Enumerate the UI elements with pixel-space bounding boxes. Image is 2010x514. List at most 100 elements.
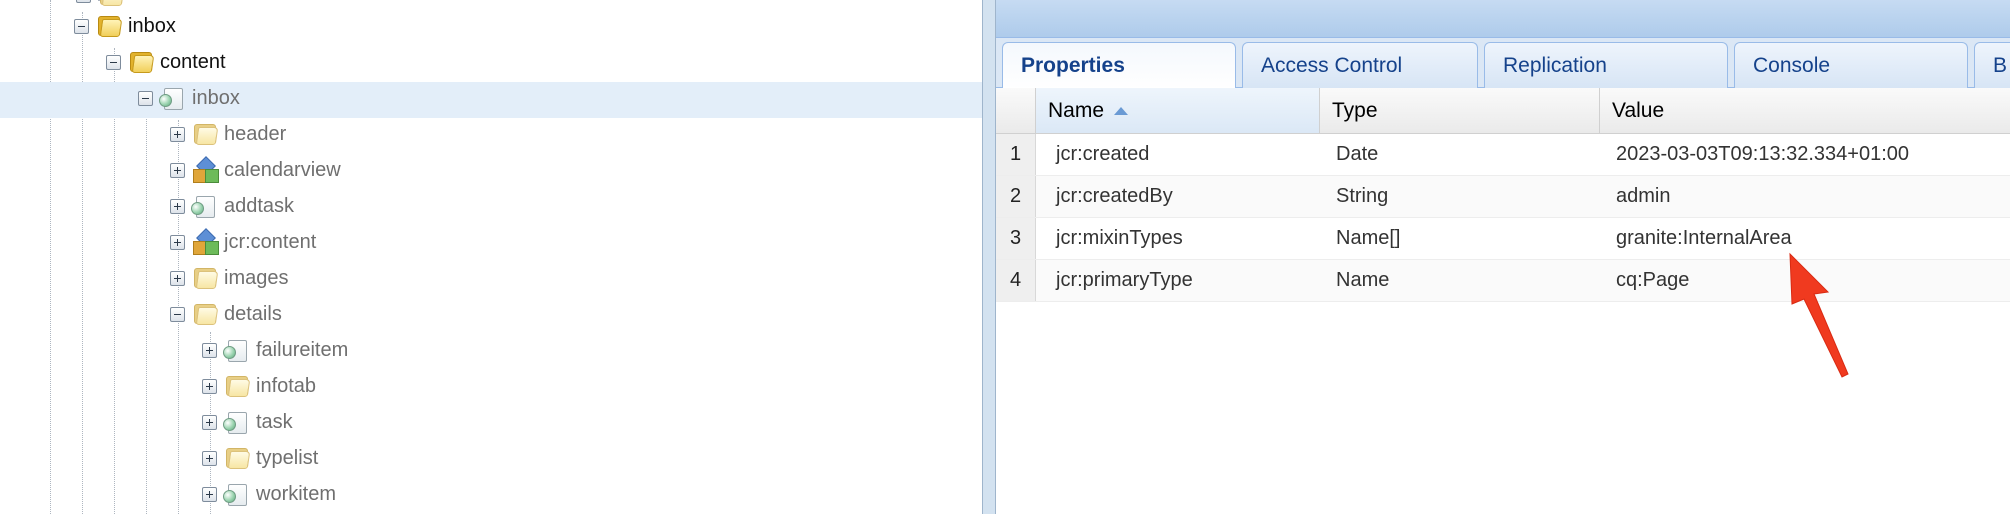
table-row[interactable]: 4 jcr:primaryType Name cq:Page — [996, 260, 2010, 302]
page-icon — [191, 193, 219, 219]
tree-node-label: jcr:content — [224, 230, 317, 253]
page-icon — [223, 409, 251, 435]
tree-node-header[interactable]: header — [170, 119, 286, 149]
tab-properties[interactable]: Properties — [1002, 42, 1236, 89]
tab-label: Properties — [1021, 54, 1125, 77]
folder-icon — [191, 301, 219, 327]
collapse-toggle[interactable] — [74, 18, 89, 34]
property-name: jcr:primaryType — [1056, 269, 1193, 291]
property-name: jcr:created — [1056, 143, 1150, 165]
page-icon — [223, 337, 251, 363]
expand-toggle[interactable] — [170, 198, 185, 214]
row-number-header — [996, 88, 1036, 134]
property-type: Name[] — [1336, 227, 1401, 249]
tree-node-label: inbox — [192, 86, 240, 109]
tab-replication[interactable]: Replication — [1484, 42, 1728, 88]
property-type: Date — [1336, 143, 1379, 165]
tab-label: B — [1993, 53, 2008, 77]
column-header-name[interactable]: Name — [1036, 88, 1320, 134]
tree-node-jcr-content[interactable]: jcr:content — [170, 227, 316, 257]
component-icon — [191, 156, 219, 183]
expand-toggle[interactable] — [202, 414, 217, 430]
collapse-toggle[interactable] — [170, 306, 185, 322]
property-type: String — [1336, 185, 1389, 207]
expand-toggle[interactable] — [202, 450, 217, 466]
tree-node-inbox-page[interactable]: inbox — [138, 83, 240, 113]
property-value: 2023-03-03T09:13:32.334+01:00 — [1616, 143, 1910, 165]
table-row[interactable]: 2 jcr:createdBy String admin — [996, 176, 2010, 218]
tree-node-inbox[interactable]: inbox — [74, 11, 176, 41]
tree-node-failureitem[interactable]: failureitem — [202, 335, 348, 365]
folder-icon — [191, 121, 219, 147]
expand-toggle[interactable] — [170, 126, 185, 142]
folder-icon — [95, 13, 123, 39]
tree-node-addtask[interactable]: addtask — [170, 191, 294, 221]
column-header-label: Type — [1332, 98, 1378, 122]
folder-icon — [127, 49, 155, 75]
tab-strip: Properties Access Control Replication Co… — [996, 38, 2010, 89]
tree-node-label: details — [224, 302, 282, 325]
tree-node-label: task — [256, 410, 293, 433]
page-icon — [159, 85, 187, 111]
expand-toggle[interactable] — [170, 234, 185, 250]
property-value: cq:Page — [1616, 269, 1690, 291]
collapse-toggle[interactable] — [106, 54, 121, 70]
tree-node-details[interactable]: details — [170, 299, 282, 329]
table-row[interactable]: 1 jcr:created Date 2023-03-03T09:13:32.3… — [996, 134, 2010, 176]
tree-node-label: header — [224, 122, 287, 145]
folder-icon — [97, 0, 125, 8]
column-header-label: Name — [1048, 98, 1105, 122]
properties-panel: Properties Access Control Replication Co… — [996, 0, 2010, 514]
tree-node-images[interactable]: images — [170, 263, 288, 293]
row-number: 4 — [996, 260, 1036, 301]
tree-guide-line — [50, 0, 51, 514]
collapse-toggle[interactable] — [138, 90, 153, 106]
tab-label: Access Control — [1261, 53, 1403, 77]
tree-node-label: typelist — [256, 446, 319, 469]
property-type: Name — [1336, 269, 1390, 291]
expand-toggle[interactable] — [202, 378, 217, 394]
expand-toggle[interactable] — [170, 162, 185, 178]
tree-node-partial[interactable] — [76, 0, 130, 10]
pane-splitter[interactable] — [982, 0, 996, 514]
tree-node-typelist[interactable]: typelist — [202, 443, 318, 473]
tree-node-label: content — [160, 50, 226, 73]
folder-icon — [191, 265, 219, 291]
tree-node-label: addtask — [224, 194, 295, 217]
row-number: 2 — [996, 176, 1036, 217]
column-header-label: Value — [1612, 98, 1665, 122]
panel-toolbar — [996, 0, 2010, 38]
expand-toggle[interactable] — [76, 0, 91, 3]
table-row[interactable]: 3 jcr:mixinTypes Name[] granite:Internal… — [996, 218, 2010, 260]
column-header-type[interactable]: Type — [1320, 88, 1600, 134]
expand-toggle[interactable] — [202, 342, 217, 358]
tree-node-label: images — [224, 266, 289, 289]
tree-node-calendarview[interactable]: calendarview — [170, 155, 341, 185]
row-number: 3 — [996, 218, 1036, 259]
tab-console[interactable]: Console — [1734, 42, 1968, 88]
tree-node-task[interactable]: task — [202, 407, 293, 437]
tree-node-infotab[interactable]: infotab — [202, 371, 316, 401]
tree-guide-line — [146, 84, 147, 514]
expand-toggle[interactable] — [170, 270, 185, 286]
expand-toggle[interactable] — [202, 486, 217, 502]
component-icon — [191, 228, 219, 255]
property-value: granite:InternalArea — [1616, 227, 1792, 249]
tree-node-label: calendarview — [224, 158, 341, 181]
property-name: jcr:createdBy — [1056, 185, 1173, 207]
tree-node-label: workitem — [256, 482, 337, 505]
tab-label: Replication — [1503, 53, 1607, 77]
tree-node-content[interactable]: content — [106, 47, 226, 77]
tab-overflow[interactable]: B — [1974, 42, 2010, 88]
property-name: jcr:mixinTypes — [1056, 227, 1183, 249]
tree-node-label: infotab — [256, 374, 317, 397]
repository-tree: inbox content inbox header calendarview … — [0, 0, 982, 514]
property-value: admin — [1616, 185, 1671, 207]
page-icon — [223, 481, 251, 507]
tree-node-workitem[interactable]: workitem — [202, 479, 336, 509]
tab-access-control[interactable]: Access Control — [1242, 42, 1478, 88]
tree-node-label: inbox — [128, 14, 176, 37]
tree-node-label: failureitem — [256, 338, 349, 361]
column-header-value[interactable]: Value — [1600, 88, 2010, 134]
folder-icon — [223, 373, 251, 399]
